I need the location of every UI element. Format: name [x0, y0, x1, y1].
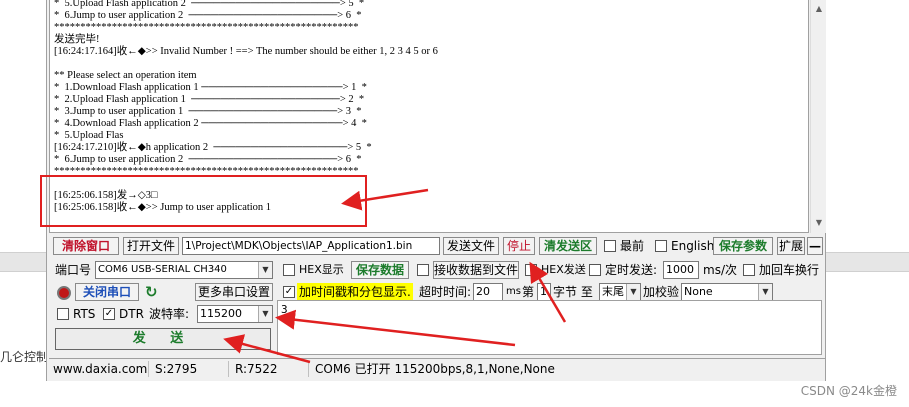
interval-unit: ms/次: [703, 263, 737, 277]
chevron-down-icon[interactable]: ▼: [626, 284, 640, 300]
receive-line: * 3.Jump to user application 1 ─────────…: [54, 106, 362, 117]
receive-line: ****************************************…: [54, 22, 359, 33]
recv-to-file-button[interactable]: 接收数据到文件: [433, 261, 519, 279]
article-text-snippet: 几仑控制: [0, 350, 49, 364]
refresh-icon[interactable]: ↻: [145, 283, 158, 301]
rts-label: RTS: [73, 307, 96, 321]
scroll-down-icon[interactable]: ▼: [814, 218, 824, 228]
chevron-down-icon[interactable]: ▼: [258, 306, 272, 322]
topmost-checkbox[interactable]: [604, 240, 616, 252]
recv-to-file-checkbox[interactable]: [417, 264, 429, 276]
receive-line: * 5.Upload Flas: [54, 130, 124, 141]
timed-send-checkbox[interactable]: [589, 264, 601, 276]
timed-send-label: 定时发送:: [605, 263, 658, 277]
baud-select[interactable]: 115200 ▼: [197, 305, 273, 323]
status-received: R:7522: [231, 361, 309, 377]
add-crlf-checkbox[interactable]: [743, 264, 755, 276]
baud-select-value: 115200: [200, 307, 242, 320]
timestamp-checkbox[interactable]: ✓: [283, 286, 295, 298]
chevron-down-icon[interactable]: ▼: [258, 262, 272, 278]
end-select[interactable]: 末尾 ▼: [599, 283, 641, 301]
receive-line: * 6.Jump to user application 2 ─────────…: [54, 10, 362, 21]
toolbar-row-2: 端口号 COM6 USB-SERIAL CH340 ▼ HEX显示 保存数据 接…: [49, 261, 825, 281]
timeout-input[interactable]: 20: [473, 283, 503, 301]
hex-display-checkbox[interactable]: [283, 264, 295, 276]
annotation-highlight-box: [40, 175, 367, 227]
save-data-button[interactable]: 保存数据: [351, 261, 409, 279]
receive-line: * 6.Jump to user application 2 ─────────…: [54, 154, 362, 165]
save-params-button[interactable]: 保存参数: [713, 237, 773, 255]
timeout-unit: ms: [506, 286, 521, 297]
receive-line: * 1.Download Flash application 1 ───────…: [54, 82, 367, 93]
port-select[interactable]: COM6 USB-SERIAL CH340 ▼: [95, 261, 273, 279]
status-site[interactable]: www.daxia.com: [49, 361, 149, 377]
timeout-label: 超时时间:: [419, 285, 472, 299]
close-port-button[interactable]: 关闭串口: [75, 283, 139, 301]
stop-button[interactable]: 停止: [503, 237, 535, 255]
collapse-button[interactable]: —: [807, 237, 823, 255]
port-label: 端口号: [55, 263, 92, 277]
interval-input[interactable]: 1000: [663, 261, 699, 279]
receive-line: * 5.Upload Flash application 2 ─────────…: [54, 0, 365, 9]
hex-send-checkbox[interactable]: [525, 264, 537, 276]
dtr-label: DTR: [119, 307, 144, 321]
status-bar: www.daxia.com S:2795 R:7522 COM6 已打开 115…: [49, 358, 825, 378]
nth-label: 第: [522, 285, 535, 299]
receive-line: [54, 58, 438, 70]
clear-window-button[interactable]: 清除窗口: [53, 237, 119, 255]
status-port-info: COM6 已打开 115200bps,8,1,None,None: [315, 362, 555, 376]
expand-button[interactable]: 扩展: [777, 237, 805, 255]
scroll-up-icon[interactable]: ▲: [814, 4, 824, 14]
receive-line: ** Please select an operation item: [54, 70, 197, 81]
baud-label: 波特率:: [149, 307, 190, 321]
receive-scrollbar[interactable]: ▲ ▼: [810, 0, 826, 233]
receive-line: [16:24:17.164]收←◆>> Invalid Number ! ==>…: [54, 46, 438, 57]
checksum-select-value: None: [684, 285, 713, 298]
byte-to-label: 字节 至: [553, 285, 593, 299]
receive-line: * 2.Upload Flash application 1 ─────────…: [54, 94, 365, 105]
receive-line: * 4.Download Flash application 2 ───────…: [54, 118, 367, 129]
port-status-icon: [57, 286, 71, 300]
clear-send-button[interactable]: 清发送区: [539, 237, 597, 255]
send-button[interactable]: 发 送: [55, 328, 271, 350]
status-sent: S:2795: [151, 361, 229, 377]
file-path-field[interactable]: 1\Project\MDK\Objects\IAP_Application1.b…: [182, 237, 440, 255]
send-input[interactable]: 3: [277, 300, 822, 355]
dtr-checkbox[interactable]: ✓: [103, 308, 115, 320]
port-select-value: COM6 USB-SERIAL CH340: [98, 264, 227, 275]
send-file-button[interactable]: 发送文件: [443, 237, 499, 255]
receive-line: 发送完毕!: [54, 34, 100, 45]
watermark: CSDN @24k金橙: [800, 384, 897, 398]
chevron-down-icon[interactable]: ▼: [758, 284, 772, 300]
nth-input[interactable]: 1: [537, 283, 551, 301]
hex-display-label: HEX显示: [299, 263, 344, 276]
checksum-select[interactable]: None ▼: [681, 283, 773, 301]
english-label: English: [671, 239, 715, 253]
timestamp-label: 加时间戳和分包显示.: [297, 283, 413, 301]
topmost-label: 最前: [620, 239, 645, 253]
end-select-value: 末尾: [602, 285, 624, 298]
more-settings-button[interactable]: 更多串口设置: [195, 283, 273, 301]
rts-checkbox[interactable]: [57, 308, 69, 320]
hex-send-label: HEX发送: [541, 263, 586, 276]
open-file-button[interactable]: 打开文件: [123, 237, 179, 255]
receive-line: [16:24:17.210]收←◆h application 2 ───────…: [54, 142, 372, 153]
toolbar-row-1: 清除窗口 打开文件 1\Project\MDK\Objects\IAP_Appl…: [49, 237, 825, 257]
checksum-label: 加校验: [643, 285, 680, 299]
english-checkbox[interactable]: [655, 240, 667, 252]
toolbar-row-4: RTS ✓ DTR 波特率: 115200 ▼: [49, 305, 277, 325]
add-crlf-label: 加回车换行: [759, 263, 820, 277]
